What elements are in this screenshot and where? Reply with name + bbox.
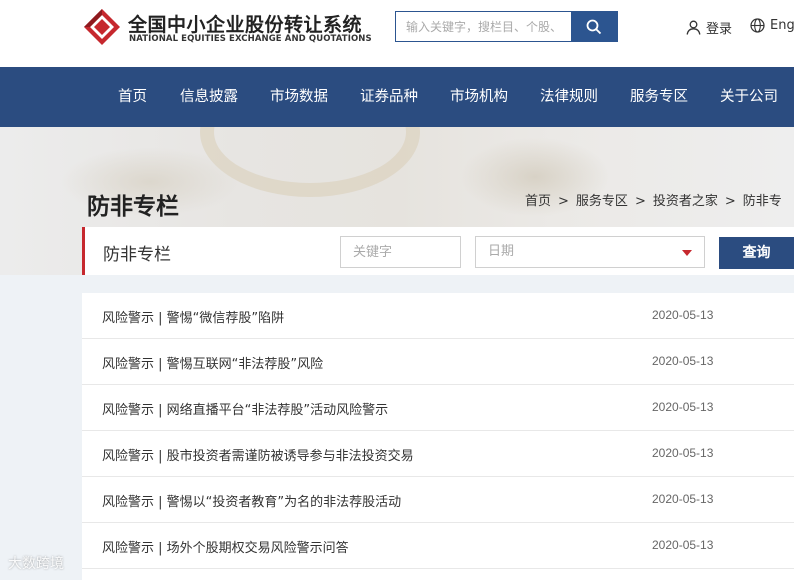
breadcrumb-home[interactable]: 首页 <box>525 194 551 209</box>
list-item[interactable]: 风险警示 | 网络直播平台“非法荐股”活动风险警示 2020-05-13 <box>82 385 794 431</box>
logo-title-en: NATIONAL EQUITIES EXCHANGE AND QUOTATION… <box>129 34 372 44</box>
keyword-input[interactable] <box>340 236 461 268</box>
breadcrumb-separator: > <box>558 194 569 209</box>
list-item[interactable]: 风险警示 | 警惕“微信荐股”陷阱 2020-05-13 <box>82 293 794 339</box>
query-button[interactable]: 查询 <box>719 237 794 269</box>
list-item[interactable]: 风险警示 | 场外个股期权交易风险警示问答 2020-05-13 <box>82 523 794 569</box>
language-switch[interactable]: Eng <box>750 18 794 33</box>
list-item[interactable]: 风险警示 | 警惕以“投资者教育”为名的非法荐股活动 2020-05-13 <box>82 477 794 523</box>
user-icon <box>686 20 701 35</box>
article-date: 2020-05-13 <box>652 446 714 460</box>
logo-icon[interactable] <box>83 8 121 46</box>
breadcrumb-separator: > <box>634 194 646 209</box>
login-link[interactable]: 登录 <box>686 18 732 37</box>
article-date: 2020-05-13 <box>652 538 714 552</box>
article-title[interactable]: 风险警示 | 股市投资者需谨防被诱导参与非法投资交易 <box>102 445 414 464</box>
breadcrumb-services[interactable]: 服务专区 <box>576 194 628 209</box>
article-title[interactable]: 风险警示 | 网络直播平台“非法荐股”活动风险警示 <box>102 399 388 418</box>
search-icon <box>586 19 602 34</box>
watermark: 大数跨境 <box>8 556 64 572</box>
article-title[interactable]: 风险警示 | 警惕互联网“非法荐股”风险 <box>102 353 323 372</box>
site-header: 全国中小企业股份转让系统 NATIONAL EQUITIES EXCHANGE … <box>0 0 794 67</box>
nav-item-securities[interactable]: 证券品种 <box>360 67 418 127</box>
article-title[interactable]: 风险警示 | 警惕以“投资者教育”为名的非法荐股活动 <box>102 491 401 510</box>
globe-icon <box>750 18 765 33</box>
nav-item-institutions[interactable]: 市场机构 <box>450 67 508 127</box>
logo-title-cn[interactable]: 全国中小企业股份转让系统 <box>128 10 362 37</box>
page-title: 防非专栏 <box>87 194 179 220</box>
nav-item-services[interactable]: 服务专区 <box>630 67 688 127</box>
article-title[interactable]: 风险警示 | 警惕“微信荐股”陷阱 <box>102 307 284 326</box>
date-placeholder: 日期 <box>488 244 515 259</box>
breadcrumb-investors[interactable]: 投资者之家 <box>653 194 718 209</box>
search-button[interactable] <box>571 12 617 41</box>
nav-item-about[interactable]: 关于公司 <box>720 67 778 127</box>
article-date: 2020-05-13 <box>652 354 714 368</box>
article-list: 风险警示 | 警惕“微信荐股”陷阱 2020-05-13 风险警示 | 警惕互联… <box>82 293 794 580</box>
nav-item-home[interactable]: 首页 <box>118 67 147 127</box>
section-title: 防非专栏 <box>103 245 171 265</box>
nav-item-disclosure[interactable]: 信息披露 <box>180 67 238 127</box>
list-item[interactable]: 风险警示 | 警惕互联网“非法荐股”风险 2020-05-13 <box>82 339 794 385</box>
caret-down-icon <box>682 250 692 256</box>
date-picker[interactable]: 日期 <box>475 236 705 268</box>
article-date: 2020-05-13 <box>652 492 714 506</box>
search-input[interactable] <box>396 12 573 41</box>
language-label: Eng <box>770 18 794 33</box>
main-nav: 首页 信息披露 市场数据 证券品种 市场机构 法律规则 服务专区 关于公司 <box>0 67 794 127</box>
breadcrumb-current: 防非专 <box>742 194 782 209</box>
site-search <box>395 11 618 42</box>
list-item[interactable]: 风险警示 | 股市投资者需谨防被诱导参与非法投资交易 2020-05-13 <box>82 431 794 477</box>
article-date: 2020-05-13 <box>652 400 714 414</box>
login-label: 登录 <box>706 22 733 37</box>
filter-bar: 防非专栏 日期 查询 <box>82 227 794 275</box>
breadcrumb-separator: > <box>724 194 736 209</box>
article-title[interactable]: 风险警示 | 场外个股期权交易风险警示问答 <box>102 537 349 556</box>
article-date: 2020-05-13 <box>652 308 714 322</box>
breadcrumb: 首页 > 服务专区 > 投资者之家 > 防非专 <box>525 190 782 209</box>
nav-item-rules[interactable]: 法律规则 <box>540 67 598 127</box>
nav-item-market-data[interactable]: 市场数据 <box>270 67 328 127</box>
